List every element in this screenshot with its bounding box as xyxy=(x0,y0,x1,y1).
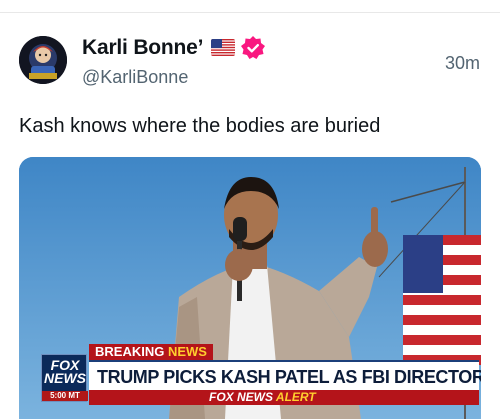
author-name[interactable]: Karli Bonne’ xyxy=(82,36,203,60)
top-divider xyxy=(0,12,500,13)
news-photo xyxy=(19,157,481,419)
verified-badge-icon[interactable] xyxy=(240,35,266,61)
post-text: Kash knows where the bodies are buried xyxy=(19,115,381,137)
author-handle[interactable]: @KarliBonne xyxy=(82,67,188,87)
post-timestamp[interactable]: 30m xyxy=(445,53,480,73)
avatar-cartoon-icon xyxy=(19,36,67,84)
avatar[interactable] xyxy=(19,36,67,84)
us-flag-icon xyxy=(211,39,235,56)
post-media-image[interactable]: FOX NEWS 5:00 MT BREAKING NEWS TRUMP PIC… xyxy=(19,157,481,419)
